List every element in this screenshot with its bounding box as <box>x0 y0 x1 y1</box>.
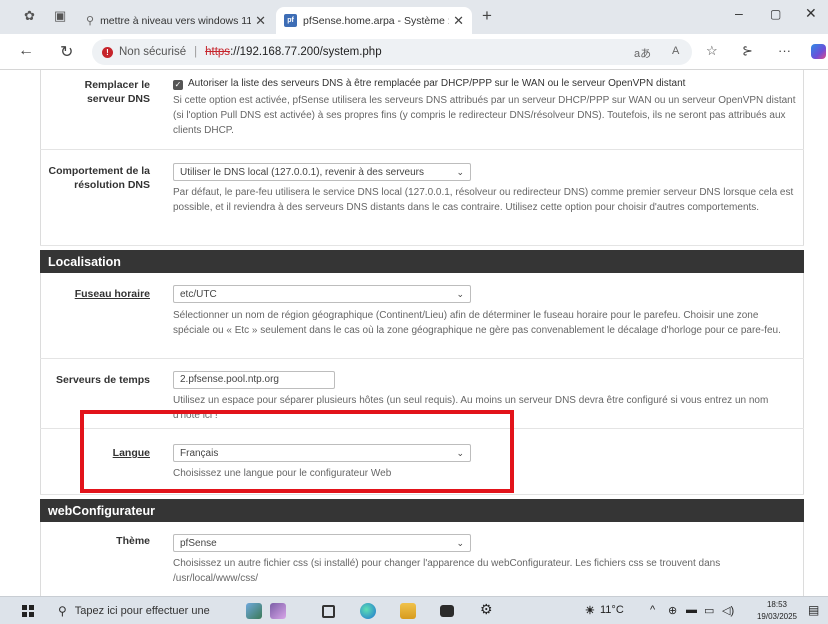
task-view-icon[interactable] <box>322 605 335 618</box>
browser-toolbar: ← ↻ ! Non sécurisé | https ://192.168.77… <box>0 34 828 70</box>
timezone-help: Sélectionner un nom de région géographiq… <box>173 310 781 336</box>
windows-start-icon[interactable] <box>22 605 34 617</box>
theme-row: Thème pfSense ⌄ Choisissez un autre fich… <box>40 522 804 596</box>
battery-icon[interactable]: ▬ <box>686 604 697 616</box>
weather-icon[interactable]: ☀ <box>585 604 595 617</box>
chevron-down-icon: ⌄ <box>456 166 464 177</box>
dns-override-row: Remplacer le serveur DNS ✓ Autoriser la li… <box>40 70 804 150</box>
tab-actions-icon[interactable]: ▣ <box>54 8 66 24</box>
security-label[interactable]: Non sécurisé <box>119 46 186 58</box>
taskbar-search-placeholder: Tapez ici pour effectuer une <box>74 605 210 617</box>
section-header-webconfigurateur: webConfigurateur <box>40 499 804 522</box>
tab-title: pfSense.home.arpa - Système : G <box>303 14 450 27</box>
dns-resolution-label: Comportement de la résolution DNS <box>48 165 150 191</box>
theme-select[interactable]: pfSense ⌄ <box>173 534 471 552</box>
clock-time: 18:53 <box>766 600 788 609</box>
dns-override-content: ✓ Autoriser la liste des serveurs DNS à ê… <box>173 76 796 138</box>
maximize-icon[interactable]: ▢ <box>770 7 781 21</box>
timezone-row: Fuseau horaire etc/UTC ⌄ Sélectionner un… <box>40 273 804 359</box>
favorites-icon[interactable]: ☆ <box>706 43 718 59</box>
volume-icon[interactable]: ◁) <box>722 604 734 617</box>
chevron-down-icon: ⌄ <box>456 537 464 548</box>
timezone-select[interactable]: etc/UTC ⌄ <box>173 285 471 303</box>
timezone-selected: etc/UTC <box>180 288 217 300</box>
settings-gear-icon[interactable]: ⚙ <box>480 601 496 617</box>
address-bar[interactable]: ! Non sécurisé | https ://192.168.77.200… <box>92 39 692 65</box>
theme-label: Thème <box>116 535 150 547</box>
url-text: ://192.168.77.200/system.php <box>230 46 382 58</box>
more-menu-icon[interactable]: ··· <box>778 43 791 58</box>
address-separator: | <box>194 46 198 58</box>
profile-icon[interactable]: ✿ <box>24 8 35 24</box>
theme-content: pfSense ⌄ Choisissez un autre fichier cs… <box>173 534 796 586</box>
chevron-up-icon[interactable]: ^ <box>650 604 655 616</box>
dns-override-help: Si cette option est activée, pfSense uti… <box>173 95 796 136</box>
edge-browser-icon[interactable] <box>360 603 376 619</box>
theme-help: Choisissez un autre fichier css (si inst… <box>173 558 721 584</box>
windows-taskbar: ⚲ Tapez ici pour effectuer une ⚙ ☀ 11°C … <box>0 596 828 624</box>
network-icon[interactable]: ⊕ <box>668 604 677 617</box>
dns-override-checkbox-label[interactable]: Autoriser la liste des serveurs DNS à êt… <box>188 78 685 89</box>
search-favicon-icon: ⚲ <box>86 15 95 27</box>
section-header-localisation: Localisation <box>40 250 804 273</box>
taskbar-search[interactable]: ⚲ Tapez ici pour effectuer une <box>58 601 236 621</box>
collections-icon[interactable]: ⊱ <box>742 43 753 59</box>
dns-resolution-select[interactable]: Utiliser le DNS local (127.0.0.1), reven… <box>173 163 471 181</box>
read-aloud-icon[interactable]: aあ <box>634 45 651 61</box>
tab-pfsense-system[interactable]: pf pfSense.home.arpa - Système : G ✕ <box>276 7 472 34</box>
pinned-app-icon[interactable] <box>270 603 286 619</box>
tab-title: mettre à niveau vers windows 11 <box>100 14 252 27</box>
browser-tab-strip: ✿ ▣ ⚲ mettre à niveau vers windows 11 ✕ … <box>0 0 828 34</box>
tab-windows-upgrade[interactable]: ⚲ mettre à niveau vers windows 11 ✕ <box>78 7 274 34</box>
display-icon[interactable]: ▭ <box>704 604 714 617</box>
system-clock[interactable]: 18:53 19/03/2025 <box>752 599 802 623</box>
url-scheme: https <box>205 46 231 58</box>
reload-icon[interactable]: ↻ <box>60 42 73 62</box>
dns-resolution-selected: Utiliser le DNS local (127.0.0.1), reven… <box>180 166 424 178</box>
widgets-icon[interactable] <box>246 603 262 619</box>
dns-override-checkbox[interactable]: ✓ <box>173 80 183 90</box>
back-icon[interactable]: ← <box>18 42 34 60</box>
dns-resolution-help: Par défaut, le pare-feu utilisera le ser… <box>173 187 794 213</box>
notifications-icon[interactable]: ▤ <box>808 603 819 617</box>
store-icon[interactable] <box>440 605 454 617</box>
timeservers-label: Serveurs de temps <box>56 374 150 386</box>
security-warning-icon[interactable]: ! <box>102 46 113 58</box>
new-tab-icon[interactable]: + <box>482 6 492 26</box>
theme-selected: pfSense <box>180 537 217 549</box>
tab-close-icon[interactable]: ✕ <box>453 13 464 29</box>
timezone-content: etc/UTC ⌄ Sélectionner un nom de région … <box>173 285 796 338</box>
clock-date: 19/03/2025 <box>756 612 798 621</box>
highlight-box <box>80 410 514 493</box>
search-icon: ⚲ <box>58 604 67 618</box>
timeservers-input[interactable]: 2.pfsense.pool.ntp.org <box>173 371 335 389</box>
reader-view-icon[interactable]: A <box>672 45 679 57</box>
copilot-icon[interactable] <box>811 44 826 59</box>
chevron-down-icon: ⌄ <box>456 288 464 299</box>
pfsense-favicon-icon: pf <box>284 14 297 27</box>
dns-resolution-content: Utiliser le DNS local (127.0.0.1), reven… <box>173 163 796 215</box>
page-viewport: Remplacer le serveur DNS ✓ Autoriser la li… <box>0 70 828 596</box>
window-close-icon[interactable]: ✕ <box>805 5 817 22</box>
tab-close-icon[interactable]: ✕ <box>255 13 266 29</box>
file-explorer-icon[interactable] <box>400 603 416 619</box>
minimize-icon[interactable]: – <box>735 5 743 21</box>
dns-override-label: Remplacer le serveur DNS <box>84 79 150 105</box>
weather-temperature[interactable]: 11°C <box>600 604 624 616</box>
timezone-label[interactable]: Fuseau horaire <box>40 287 150 301</box>
dns-resolution-row: Comportement de la résolution DNS Utilise… <box>40 150 804 246</box>
